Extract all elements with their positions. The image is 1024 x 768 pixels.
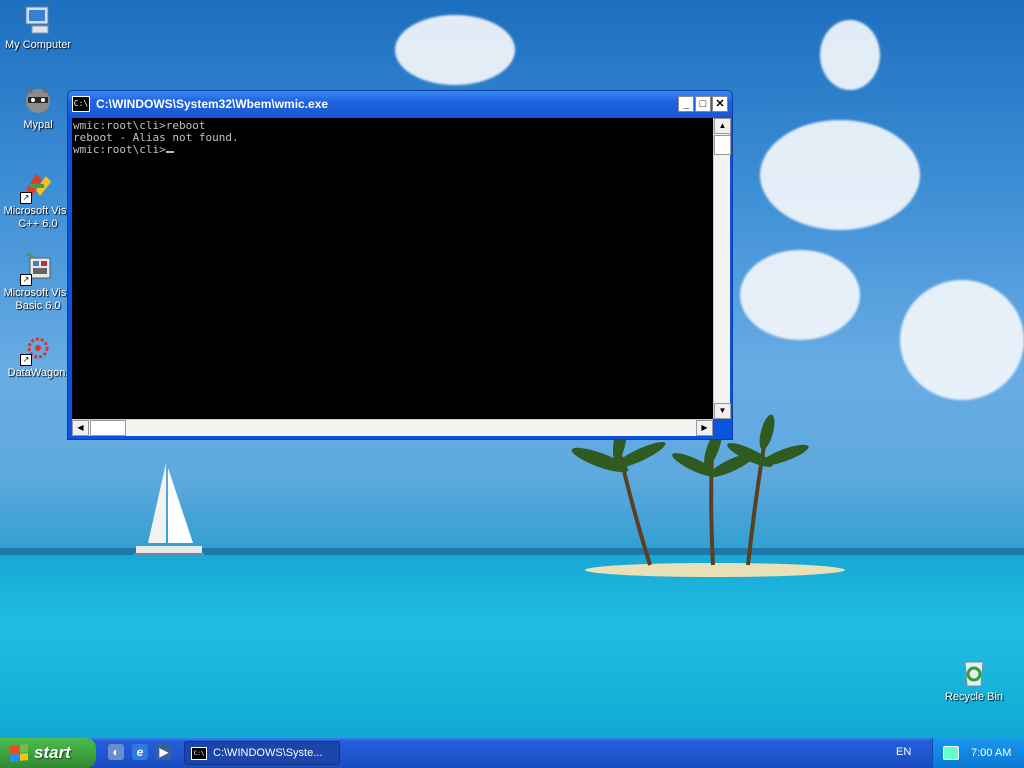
console-app-icon: C:\ xyxy=(191,746,207,760)
datawagon-icon: ↗ xyxy=(20,332,54,366)
desktop-icon-recycle-bin[interactable]: Recycle Bin xyxy=(936,656,1012,704)
cloud xyxy=(395,15,515,85)
desktop-icon-label: DataWagon. xyxy=(7,367,69,379)
scroll-right-button[interactable]: ▶ xyxy=(696,420,713,436)
console-app-icon[interactable]: C:\ xyxy=(72,96,90,112)
cloud xyxy=(740,250,860,340)
my-computer-icon xyxy=(22,4,54,36)
console-line: reboot - Alias not found. xyxy=(73,131,239,144)
vertical-scroll-thumb[interactable] xyxy=(714,135,731,155)
sea xyxy=(0,555,1024,738)
shortcut-arrow-icon: ↗ xyxy=(20,354,32,366)
minimize-button[interactable]: _ xyxy=(678,96,694,112)
start-label: start xyxy=(34,743,71,762)
cloud xyxy=(820,20,880,90)
shortcut-arrow-icon: ↗ xyxy=(20,192,32,204)
quick-launch-media-player-icon[interactable]: ▶ xyxy=(156,744,172,760)
start-button[interactable]: start xyxy=(0,738,96,768)
shortcut-arrow-icon: ↗ xyxy=(20,274,32,286)
desktop-icon-mypal[interactable]: Mypal xyxy=(0,84,76,132)
mypal-raccoon-icon xyxy=(22,84,54,116)
desktop-icon-visual-cpp[interactable]: ↗ Microsoft Visu C++ 6.0 xyxy=(0,170,76,231)
desktop-icon-visual-basic[interactable]: ↗ Microsoft Visu Basic 6.0 xyxy=(0,252,76,313)
horizontal-scrollbar[interactable]: ◀ ▶ xyxy=(72,419,713,436)
console-window[interactable]: C:\ C:\WINDOWS\System32\Wbem\wmic.exe _ … xyxy=(67,90,733,440)
desktop-icon-label: My Computer xyxy=(4,39,72,51)
windows-flag-icon xyxy=(10,744,28,762)
quick-launch-desktop-icon[interactable]: ◐ xyxy=(108,744,124,760)
system-tray: 7:00 AM xyxy=(932,738,1024,768)
cloud xyxy=(900,280,1024,400)
scroll-left-button[interactable]: ◀ xyxy=(72,420,89,436)
console-prompt: wmic:root\cli> xyxy=(73,143,166,156)
desktop-icon-label: Recycle Bin xyxy=(944,691,1004,703)
desktop-icon-label: Mypal xyxy=(23,119,53,131)
scroll-up-button[interactable]: ▲ xyxy=(714,118,731,134)
quick-launch-ie-icon[interactable]: e xyxy=(132,744,148,760)
console-output[interactable]: wmic:root\cli>reboot reboot - Alias not … xyxy=(72,118,713,419)
vertical-scrollbar[interactable]: ▲ ▼ xyxy=(713,118,731,419)
console-prompt-line: wmic:root\cli> xyxy=(73,144,713,156)
scroll-down-button[interactable]: ▼ xyxy=(714,403,731,419)
visual-cpp-icon: ↗ xyxy=(20,170,54,204)
close-button[interactable]: ✕ xyxy=(712,96,728,112)
maximize-button[interactable]: □ xyxy=(695,96,711,112)
language-indicator[interactable]: EN xyxy=(896,746,911,758)
recycle-bin-icon xyxy=(958,656,990,688)
cloud xyxy=(760,120,920,230)
network-icon[interactable] xyxy=(943,746,959,760)
desktop-icon-label: Basic 6.0 xyxy=(15,300,61,312)
window-title: C:\WINDOWS\System32\Wbem\wmic.exe xyxy=(96,97,329,111)
taskbar-button-label: C:\WINDOWS\Syste... xyxy=(213,747,323,759)
desktop-icon-my-computer[interactable]: My Computer xyxy=(0,4,76,52)
desktop-icon-label: Microsoft Visu xyxy=(3,287,73,299)
desktop-icon-datawagon[interactable]: ↗ DataWagon. xyxy=(0,332,76,380)
taskbar-button-console[interactable]: C:\ C:\WINDOWS\Syste... xyxy=(184,741,340,765)
taskbar: start ◐ e ▶ C:\ C:\WINDOWS\Syste... EN 7… xyxy=(0,738,1024,768)
horizontal-scroll-thumb[interactable] xyxy=(90,420,126,436)
text-cursor xyxy=(165,151,174,153)
clock[interactable]: 7:00 AM xyxy=(971,747,1011,759)
visual-basic-icon: ↗ xyxy=(20,252,54,286)
desktop-icon-label: C++ 6.0 xyxy=(18,218,58,230)
title-bar[interactable]: C:\ C:\WINDOWS\System32\Wbem\wmic.exe _ … xyxy=(68,91,732,117)
sailboat xyxy=(134,463,204,556)
desktop-icon-label: Microsoft Visu xyxy=(3,205,73,217)
